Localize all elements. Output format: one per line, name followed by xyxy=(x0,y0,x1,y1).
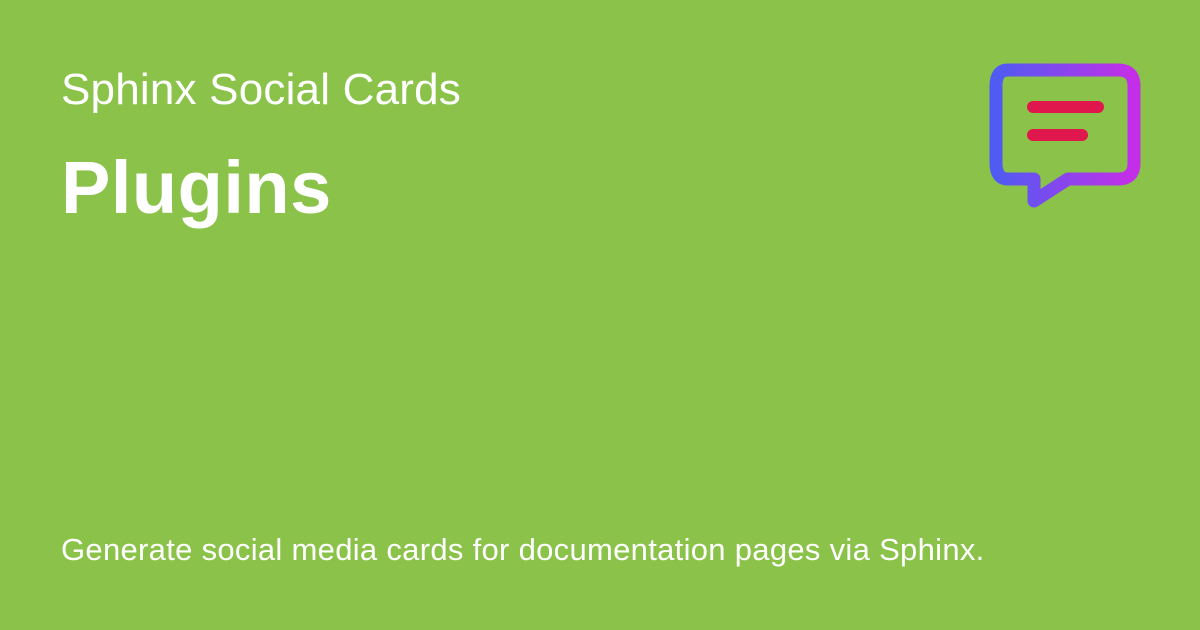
chat-bubble-icon xyxy=(989,63,1141,208)
site-name: Sphinx Social Cards xyxy=(61,65,461,114)
social-card: Sphinx Social Cards Plugins Generate soc… xyxy=(0,0,1200,630)
page-title: Plugins xyxy=(61,146,332,229)
page-description: Generate social media cards for document… xyxy=(61,532,985,567)
